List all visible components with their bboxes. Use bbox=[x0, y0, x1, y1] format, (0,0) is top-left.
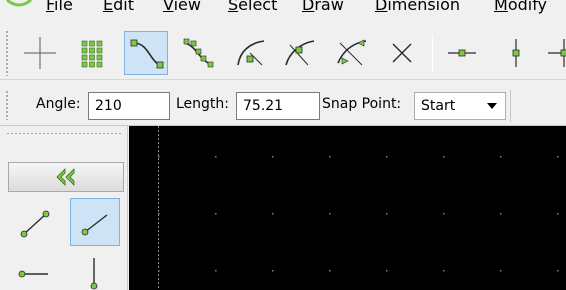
snap-grid-icon bbox=[81, 40, 103, 68]
grid-dot bbox=[158, 213, 160, 215]
line-horizontal-icon bbox=[18, 270, 48, 278]
grid-dot bbox=[386, 270, 388, 272]
menu-modify[interactable]: Modify bbox=[494, 0, 547, 16]
angle-label: Angle: bbox=[36, 96, 81, 112]
grid-dot bbox=[500, 270, 502, 272]
grid-dot bbox=[386, 156, 388, 158]
grid-dot bbox=[215, 213, 217, 215]
snap-endpoint-icon bbox=[130, 39, 164, 69]
crosshair-icon bbox=[24, 37, 56, 69]
snap-distance-icon bbox=[337, 39, 367, 66]
menu-view[interactable]: View bbox=[163, 0, 201, 16]
angle-input[interactable] bbox=[88, 92, 170, 120]
menu-file[interactable]: File bbox=[46, 0, 73, 16]
menu-dimension[interactable]: Dimension bbox=[375, 0, 460, 16]
restrict-vertical-icon bbox=[512, 39, 520, 67]
snap-middle-button[interactable] bbox=[278, 31, 322, 75]
grid-dot bbox=[500, 213, 502, 215]
grid-dot bbox=[386, 213, 388, 215]
menu-draw[interactable]: Draw bbox=[302, 0, 344, 16]
menu-bar: File Edit View Select Draw Dimension Mod… bbox=[0, 0, 566, 22]
grid-dot bbox=[215, 270, 217, 272]
grid-dot bbox=[215, 156, 217, 158]
line-2points-button[interactable] bbox=[12, 200, 58, 246]
grid-dot bbox=[557, 270, 559, 272]
grid-dot bbox=[443, 156, 445, 158]
line-angle-icon bbox=[81, 214, 108, 236]
double-chevron-left-icon bbox=[56, 168, 75, 186]
toolbar-separator bbox=[510, 90, 511, 122]
back-button[interactable] bbox=[8, 162, 124, 192]
grid-dot bbox=[272, 156, 274, 158]
line-vertical-button[interactable] bbox=[70, 248, 116, 290]
snap-toolbar bbox=[0, 24, 566, 80]
snap-middle-icon bbox=[285, 40, 315, 66]
drawing-canvas[interactable] bbox=[129, 126, 566, 290]
grid-dot bbox=[158, 156, 160, 158]
grid-dot bbox=[557, 156, 559, 158]
snap-intersection-icon bbox=[392, 43, 412, 63]
length-label: Length: bbox=[176, 96, 230, 112]
grid-dot bbox=[158, 270, 160, 272]
restrict-orthogonal-button[interactable] bbox=[546, 31, 566, 75]
length-input[interactable] bbox=[236, 92, 320, 120]
snap-point-select[interactable]: Start bbox=[414, 92, 506, 120]
snap-center-icon bbox=[237, 40, 265, 66]
tool-options-bar: Angle: Length: Snap Point: Start bbox=[0, 84, 566, 126]
restrict-vertical-button[interactable] bbox=[494, 31, 538, 75]
restrict-horizontal-button[interactable] bbox=[440, 31, 484, 75]
menu-edit[interactable]: Edit bbox=[103, 0, 134, 16]
snap-on-entity-icon bbox=[183, 38, 214, 68]
panel-grip[interactable] bbox=[6, 132, 122, 135]
restrict-orthogonal-icon bbox=[548, 39, 566, 67]
snap-on-entity-button[interactable] bbox=[176, 31, 220, 75]
grid-dot bbox=[329, 213, 331, 215]
grid-dot bbox=[500, 156, 502, 158]
snap-center-button[interactable] bbox=[228, 31, 272, 75]
toolbar-grip[interactable] bbox=[5, 90, 9, 120]
grid-dot bbox=[272, 270, 274, 272]
snap-distance-button[interactable] bbox=[330, 31, 374, 75]
menu-select[interactable]: Select bbox=[228, 0, 277, 16]
app-logo-icon bbox=[6, 0, 32, 7]
snap-endpoint-button[interactable] bbox=[124, 31, 168, 75]
grid-dot bbox=[329, 156, 331, 158]
restrict-horizontal-icon bbox=[448, 49, 476, 57]
snap-point-value: Start bbox=[421, 98, 456, 114]
tool-panel bbox=[0, 126, 128, 290]
crosshair-button[interactable] bbox=[18, 31, 62, 75]
grid-dot bbox=[557, 213, 559, 215]
grid-dot bbox=[443, 270, 445, 272]
toolbar-grip[interactable] bbox=[5, 30, 9, 76]
canvas-grid bbox=[158, 126, 559, 290]
snap-intersection-button[interactable] bbox=[380, 31, 424, 75]
line-2points-icon bbox=[20, 210, 50, 238]
chevron-down-icon bbox=[487, 103, 497, 109]
grid-dot bbox=[443, 213, 445, 215]
line-angle-button[interactable] bbox=[70, 198, 120, 246]
grid-dot bbox=[329, 270, 331, 272]
line-vertical-icon bbox=[90, 258, 98, 290]
grid-dot bbox=[272, 213, 274, 215]
snap-grid-button[interactable] bbox=[70, 31, 114, 75]
line-horizontal-button[interactable] bbox=[12, 250, 58, 290]
snap-point-label: Snap Point: bbox=[322, 96, 402, 112]
toolbar-separator bbox=[432, 34, 433, 72]
